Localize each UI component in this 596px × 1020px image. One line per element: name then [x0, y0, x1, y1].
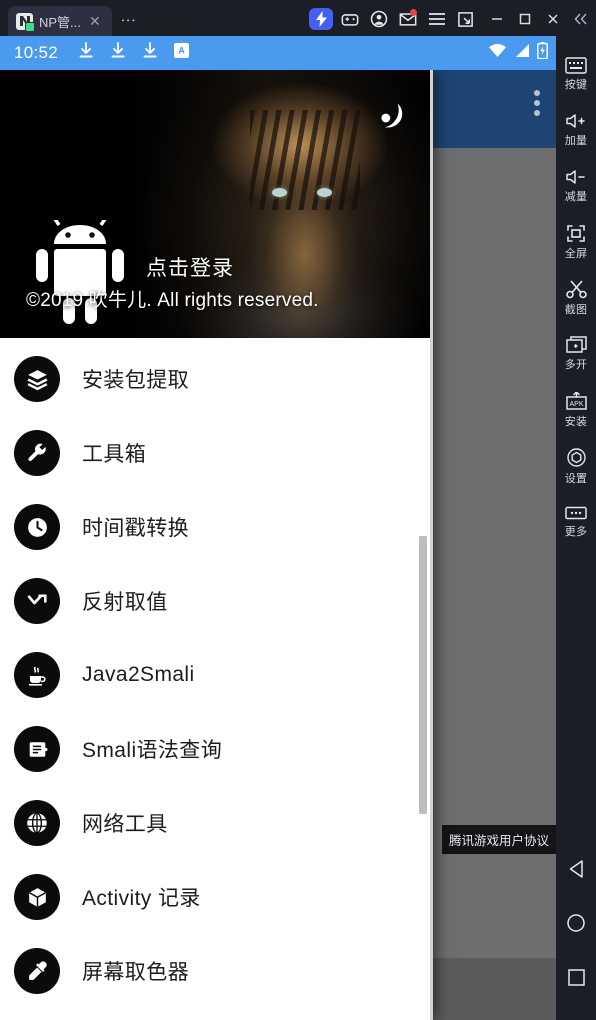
download-icon — [142, 42, 158, 64]
cube-icon — [14, 874, 60, 920]
android-status-bar: 10:52 A — [0, 36, 556, 70]
drawer-menu-list: 安装包提取 工具箱 时间戳转换 反射取值 Java2Smali Smali语法查… — [0, 338, 433, 1008]
menu-item-smali-syntax[interactable]: Smali语法查询 — [0, 712, 433, 786]
cellular-signal-icon — [514, 43, 530, 63]
battery-charging-icon — [537, 42, 548, 64]
close-icon[interactable]: ✕ — [87, 14, 103, 28]
account-icon[interactable] — [366, 7, 391, 31]
tooltip-text: 腾讯游戏用户协议 — [441, 825, 556, 854]
back-nav-button[interactable] — [556, 842, 596, 896]
close-button[interactable] — [540, 7, 566, 31]
sidebar-item-label: 加量 — [564, 135, 588, 147]
sidebar-item-keyboard[interactable]: 按键 — [556, 46, 596, 102]
resize-window-icon[interactable] — [453, 7, 478, 31]
menu-item-java2smali[interactable]: Java2Smali — [0, 638, 433, 712]
status-left-icons: A — [78, 42, 190, 64]
emulator-window: NP管... ✕ ⋮ 腾讯游戏用户协议 点击登录 ©2019 吹牛儿. All … — [0, 0, 596, 1020]
menu-item-label: Java2Smali — [82, 663, 195, 686]
menu-item-toolbox[interactable]: 工具箱 — [0, 416, 433, 490]
sidebar-item-label: 减量 — [564, 191, 588, 203]
sidebar-item-volume-down[interactable]: 减量 — [556, 158, 596, 214]
wrench-icon — [14, 430, 60, 476]
menu-item-label: 反射取值 — [82, 591, 168, 614]
copyright-text: ©2019 吹牛儿. All rights reserved. — [26, 290, 319, 311]
hamburger-menu-icon[interactable] — [424, 7, 449, 31]
background-overflow-menu-icon[interactable] — [534, 82, 540, 116]
menu-item-activity-log[interactable]: Activity 记录 — [0, 860, 433, 934]
recents-nav-button[interactable] — [556, 950, 596, 1004]
gamepad-icon[interactable] — [337, 7, 362, 31]
np-app-icon — [16, 12, 35, 32]
drawer-header: 点击登录 ©2019 吹牛儿. All rights reserved. — [0, 70, 433, 338]
menu-item-screen-color-picker[interactable]: 屏幕取色器 — [0, 934, 433, 1008]
clock-icon — [14, 504, 60, 550]
tab-title: NP管... — [39, 14, 81, 30]
phone-screen: ions 写 腾讯游戏用户协议 — [0, 36, 556, 1020]
sidebar-item-more[interactable]: 更多 — [556, 494, 596, 550]
minimize-button[interactable] — [484, 7, 510, 31]
globe-icon — [14, 800, 60, 846]
menu-item-label: 屏幕取色器 — [82, 961, 189, 984]
download-icon — [78, 42, 94, 64]
sidebar-item-multi-instance[interactable]: 多开 — [556, 326, 596, 382]
titlebar-icon-group — [309, 7, 478, 31]
emulator-sidebar: 按键 加量 减量 全屏 截图 多开 APK 安装 设置 更多 — [556, 36, 596, 1020]
app-badge-icon: A — [174, 43, 190, 63]
sidebar-nav-group — [556, 842, 596, 1020]
java-coffee-icon — [14, 652, 60, 698]
maximize-button[interactable] — [512, 7, 538, 31]
sidebar-item-label: 截图 — [564, 304, 588, 316]
drawer-edge — [430, 70, 433, 1020]
login-prompt[interactable]: 点击登录 — [146, 252, 234, 282]
status-right-icons — [488, 42, 548, 64]
menu-item-label: Activity 记录 — [82, 887, 201, 910]
document-list-icon — [14, 726, 60, 772]
arrow-curve-icon — [14, 578, 60, 624]
collapse-sidebar-button[interactable] — [568, 7, 594, 31]
crescent-moon-icon[interactable] — [369, 94, 411, 136]
mail-badge-dot — [410, 9, 417, 16]
sidebar-item-label: 多开 — [564, 359, 588, 371]
sidebar-item-label: 更多 — [564, 526, 588, 538]
menu-item-label: 安装包提取 — [82, 369, 189, 392]
lightning-boost-icon[interactable] — [309, 8, 333, 30]
eyedropper-icon — [14, 948, 60, 994]
sidebar-item-fullscreen[interactable]: 全屏 — [556, 214, 596, 270]
svg-text:A: A — [178, 46, 185, 56]
sidebar-item-install-apk[interactable]: APK 安装 — [556, 382, 596, 438]
navigation-drawer: 点击登录 ©2019 吹牛儿. All rights reserved. 安装包… — [0, 70, 433, 1020]
sidebar-item-label: 全屏 — [564, 247, 588, 260]
home-nav-button[interactable] — [556, 896, 596, 950]
drawer-scrollbar-thumb[interactable] — [419, 536, 427, 814]
download-icon — [110, 42, 126, 64]
sidebar-item-screenshot[interactable]: 截图 — [556, 270, 596, 326]
sidebar-item-label: 安装 — [564, 415, 588, 428]
emulator-titlebar: NP管... ✕ ⋮ — [0, 0, 596, 36]
status-clock: 10:52 — [14, 43, 59, 62]
menu-item-label: 时间戳转换 — [82, 517, 189, 540]
wifi-icon — [488, 43, 507, 63]
layers-icon — [14, 356, 60, 402]
sidebar-item-volume-up[interactable]: 加量 — [556, 102, 596, 158]
sidebar-item-label: 按键 — [564, 78, 588, 91]
sidebar-item-label: 设置 — [564, 472, 588, 485]
menu-item-timestamp-convert[interactable]: 时间戳转换 — [0, 490, 433, 564]
tab-overflow-menu-icon[interactable]: ⋮ — [119, 13, 136, 29]
tiger-eyes — [272, 188, 332, 200]
menu-item-network-tools[interactable]: 网络工具 — [0, 786, 433, 860]
window-controls — [484, 7, 594, 31]
drawer-scrollbar-track[interactable] — [419, 70, 430, 1020]
mail-icon[interactable] — [395, 7, 420, 31]
menu-item-reflection-value[interactable]: 反射取值 — [0, 564, 433, 638]
sidebar-item-settings[interactable]: 设置 — [556, 438, 596, 494]
svg-text:APK: APK — [569, 401, 583, 408]
menu-item-label: Smali语法查询 — [82, 739, 223, 762]
browser-tab[interactable]: NP管... ✕ — [8, 6, 112, 36]
menu-item-label: 工具箱 — [82, 443, 147, 466]
menu-item-apk-extract[interactable]: 安装包提取 — [0, 342, 433, 416]
menu-item-label: 网络工具 — [82, 813, 168, 836]
